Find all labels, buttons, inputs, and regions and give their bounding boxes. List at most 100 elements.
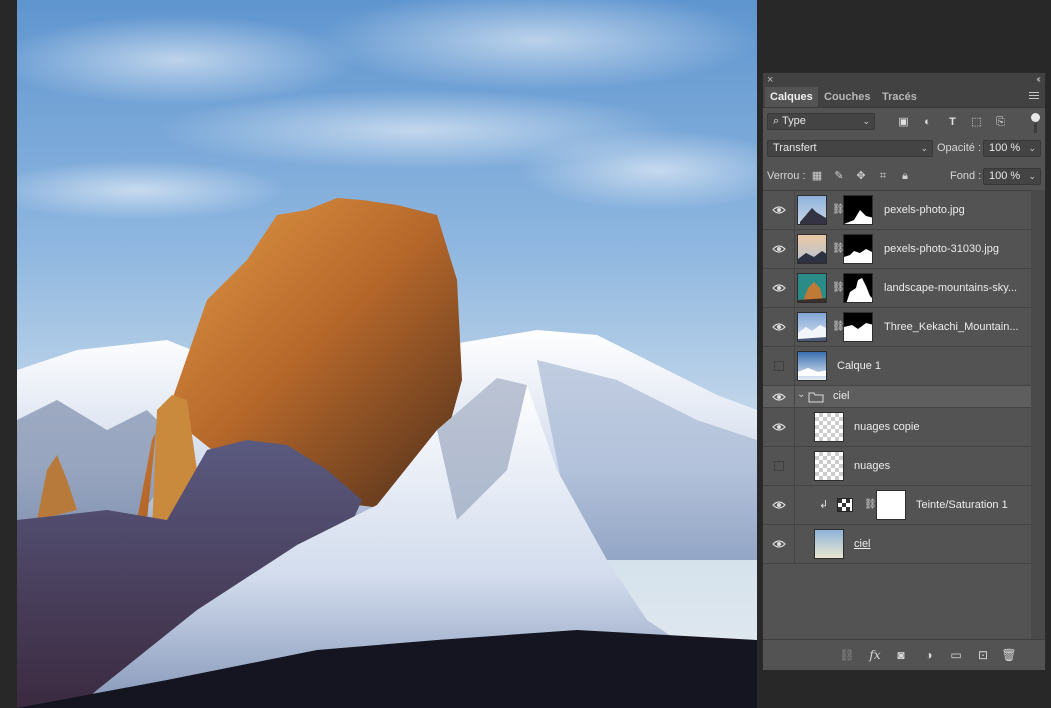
blend-mode-dropdown[interactable]: Transfert ⌄ bbox=[767, 140, 933, 157]
new-adjustment-icon[interactable]: ◑ bbox=[921, 647, 937, 663]
clipping-arrow-icon: ↲ bbox=[819, 499, 829, 511]
visibility-toggle[interactable] bbox=[763, 269, 795, 307]
visibility-toggle[interactable] bbox=[763, 308, 795, 346]
type-filter-icon[interactable]: T bbox=[946, 116, 959, 129]
layer-name[interactable]: Three_Kekachi_Mountain... bbox=[884, 321, 1019, 333]
chain-link-icon[interactable]: ⛓ bbox=[832, 282, 845, 294]
canvas-area[interactable] bbox=[0, 0, 760, 708]
group-expand-chevron-icon[interactable]: ⌄ bbox=[797, 389, 805, 400]
layer-row[interactable]: ⛓ landscape-mountains-sky... bbox=[763, 269, 1031, 308]
panel-footer: ⛓ fx ◙ ◑ ▭ ⊡ 🗑︎ bbox=[763, 639, 1045, 670]
hue-saturation-adjustment-icon bbox=[837, 498, 853, 512]
shape-filter-icon[interactable]: ⬚ bbox=[970, 116, 983, 129]
tab-calques[interactable]: Calques bbox=[765, 87, 818, 107]
layer-name[interactable]: nuages copie bbox=[854, 421, 919, 433]
opacity-value: 100 % bbox=[989, 142, 1021, 154]
layer-mask-thumbnail[interactable] bbox=[843, 312, 873, 342]
chevron-down-icon: ⌄ bbox=[1028, 171, 1036, 181]
folder-icon bbox=[808, 392, 824, 403]
panel-menu-icon[interactable] bbox=[1029, 92, 1039, 101]
layer-thumbnail bbox=[814, 529, 844, 559]
chain-link-icon[interactable]: ⛓ bbox=[832, 204, 845, 216]
eye-icon bbox=[772, 284, 786, 292]
lock-transparency-icon[interactable]: ▦ bbox=[811, 170, 823, 182]
layer-row[interactable]: ↲ ⛓ Teinte/Saturation 1 bbox=[763, 486, 1031, 525]
layer-name[interactable]: pexels-photo-31030.jpg bbox=[884, 243, 999, 255]
layer-row[interactable]: nuages bbox=[763, 447, 1031, 486]
layer-list[interactable]: ⛓ pexels-photo.jpg ⛓ pexels-photo-31030.… bbox=[763, 190, 1031, 640]
layer-list-scrollbar[interactable] bbox=[1031, 190, 1045, 639]
visibility-toggle[interactable] bbox=[763, 230, 795, 268]
layer-name[interactable]: nuages bbox=[854, 460, 890, 472]
fill-label: Fond : bbox=[950, 170, 982, 182]
layer-thumbnail bbox=[814, 412, 844, 442]
layer-thumbnail bbox=[797, 234, 827, 264]
visibility-toggle[interactable] bbox=[763, 191, 795, 229]
layer-row[interactable]: ⛓ Three_Kekachi_Mountain... bbox=[763, 308, 1031, 347]
collapse-panel-icon[interactable]: ‹‹ bbox=[1036, 73, 1040, 87]
layer-group-row[interactable]: ⌄ ciel bbox=[763, 386, 1031, 408]
visibility-toggle[interactable] bbox=[763, 525, 795, 563]
chain-link-icon[interactable]: ⛓ bbox=[832, 321, 845, 333]
search-icon: ⌕ bbox=[773, 115, 783, 127]
fx-icon[interactable]: fx bbox=[867, 647, 883, 663]
smart-object-filter-icon[interactable]: ⎘ bbox=[994, 116, 1007, 129]
visibility-toggle[interactable] bbox=[763, 447, 795, 485]
layer-thumbnail bbox=[797, 312, 827, 342]
eye-icon bbox=[772, 423, 786, 431]
fill-value: 100 % bbox=[989, 170, 1021, 182]
visibility-toggle[interactable] bbox=[763, 486, 795, 524]
filter-kind-dropdown[interactable]: ⌕ Type ⌄ bbox=[767, 113, 875, 130]
layer-row[interactable]: ⛓ pexels-photo.jpg bbox=[763, 191, 1031, 230]
group-name[interactable]: ciel bbox=[833, 390, 850, 402]
layer-mask-thumbnail[interactable] bbox=[876, 490, 906, 520]
chevron-down-icon: ⌄ bbox=[1028, 143, 1036, 153]
chevron-down-icon: ⌄ bbox=[862, 116, 870, 126]
layer-thumbnail bbox=[814, 451, 844, 481]
trash-icon[interactable]: 🗑︎ bbox=[1001, 647, 1017, 663]
close-panel-icon[interactable]: × bbox=[767, 73, 773, 87]
adjustment-filter-icon[interactable]: ◐ bbox=[921, 116, 934, 129]
opacity-field[interactable]: 100 % ⌄ bbox=[983, 140, 1041, 157]
new-group-icon[interactable]: ▭ bbox=[948, 647, 964, 663]
eye-icon bbox=[772, 501, 786, 509]
layer-name[interactable]: pexels-photo.jpg bbox=[884, 204, 965, 216]
layer-name[interactable]: Teinte/Saturation 1 bbox=[916, 499, 1008, 511]
fill-field[interactable]: 100 % ⌄ bbox=[983, 168, 1041, 185]
layer-name[interactable]: ciel bbox=[854, 538, 871, 550]
tab-traces[interactable]: Tracés bbox=[877, 87, 922, 107]
chain-link-icon[interactable]: ⛓ bbox=[864, 499, 877, 511]
chain-link-icon[interactable]: ⛓ bbox=[832, 243, 845, 255]
eye-icon bbox=[772, 540, 786, 548]
tab-couches[interactable]: Couches bbox=[819, 87, 875, 107]
visibility-toggle[interactable] bbox=[763, 347, 795, 385]
visibility-toggle[interactable] bbox=[763, 386, 795, 407]
layer-mask-thumbnail[interactable] bbox=[843, 234, 873, 264]
layer-mask-thumbnail[interactable] bbox=[843, 195, 873, 225]
document-canvas[interactable] bbox=[17, 0, 757, 708]
layer-name[interactable]: Calque 1 bbox=[837, 360, 881, 372]
eye-icon bbox=[772, 393, 786, 401]
lock-position-icon[interactable]: ✥ bbox=[855, 170, 867, 182]
image-filter-icon[interactable]: ▣ bbox=[897, 116, 910, 129]
layer-mask-thumbnail[interactable] bbox=[843, 273, 873, 303]
layer-row[interactable]: nuages copie bbox=[763, 408, 1031, 447]
link-layers-icon[interactable]: ⛓ bbox=[839, 647, 855, 663]
layer-row[interactable]: Calque 1 bbox=[763, 347, 1031, 386]
new-layer-icon[interactable]: ⊡ bbox=[975, 647, 991, 663]
add-mask-icon[interactable]: ◙ bbox=[893, 647, 909, 663]
layer-thumbnail bbox=[797, 351, 827, 381]
lock-all-icon[interactable]: 🔒︎ bbox=[899, 170, 911, 182]
lock-pixels-icon[interactable]: ✎ bbox=[833, 170, 845, 182]
composite-image bbox=[17, 0, 757, 708]
visibility-toggle[interactable] bbox=[763, 408, 795, 446]
filter-toggle-switch[interactable] bbox=[1031, 113, 1040, 133]
layer-row[interactable]: ciel bbox=[763, 525, 1031, 564]
layers-panel: × ‹‹ Calques Couches Tracés ⌕ Type ⌄ ▣ ◐… bbox=[762, 72, 1046, 670]
filter-kind-label: Type bbox=[782, 115, 806, 127]
hidden-visibility-box bbox=[774, 461, 784, 471]
layer-row[interactable]: ⛓ pexels-photo-31030.jpg bbox=[763, 230, 1031, 269]
opacity-label: Opacité : bbox=[937, 142, 982, 154]
layer-name[interactable]: landscape-mountains-sky... bbox=[884, 282, 1017, 294]
lock-artboard-icon[interactable]: ⌗ bbox=[877, 170, 889, 182]
